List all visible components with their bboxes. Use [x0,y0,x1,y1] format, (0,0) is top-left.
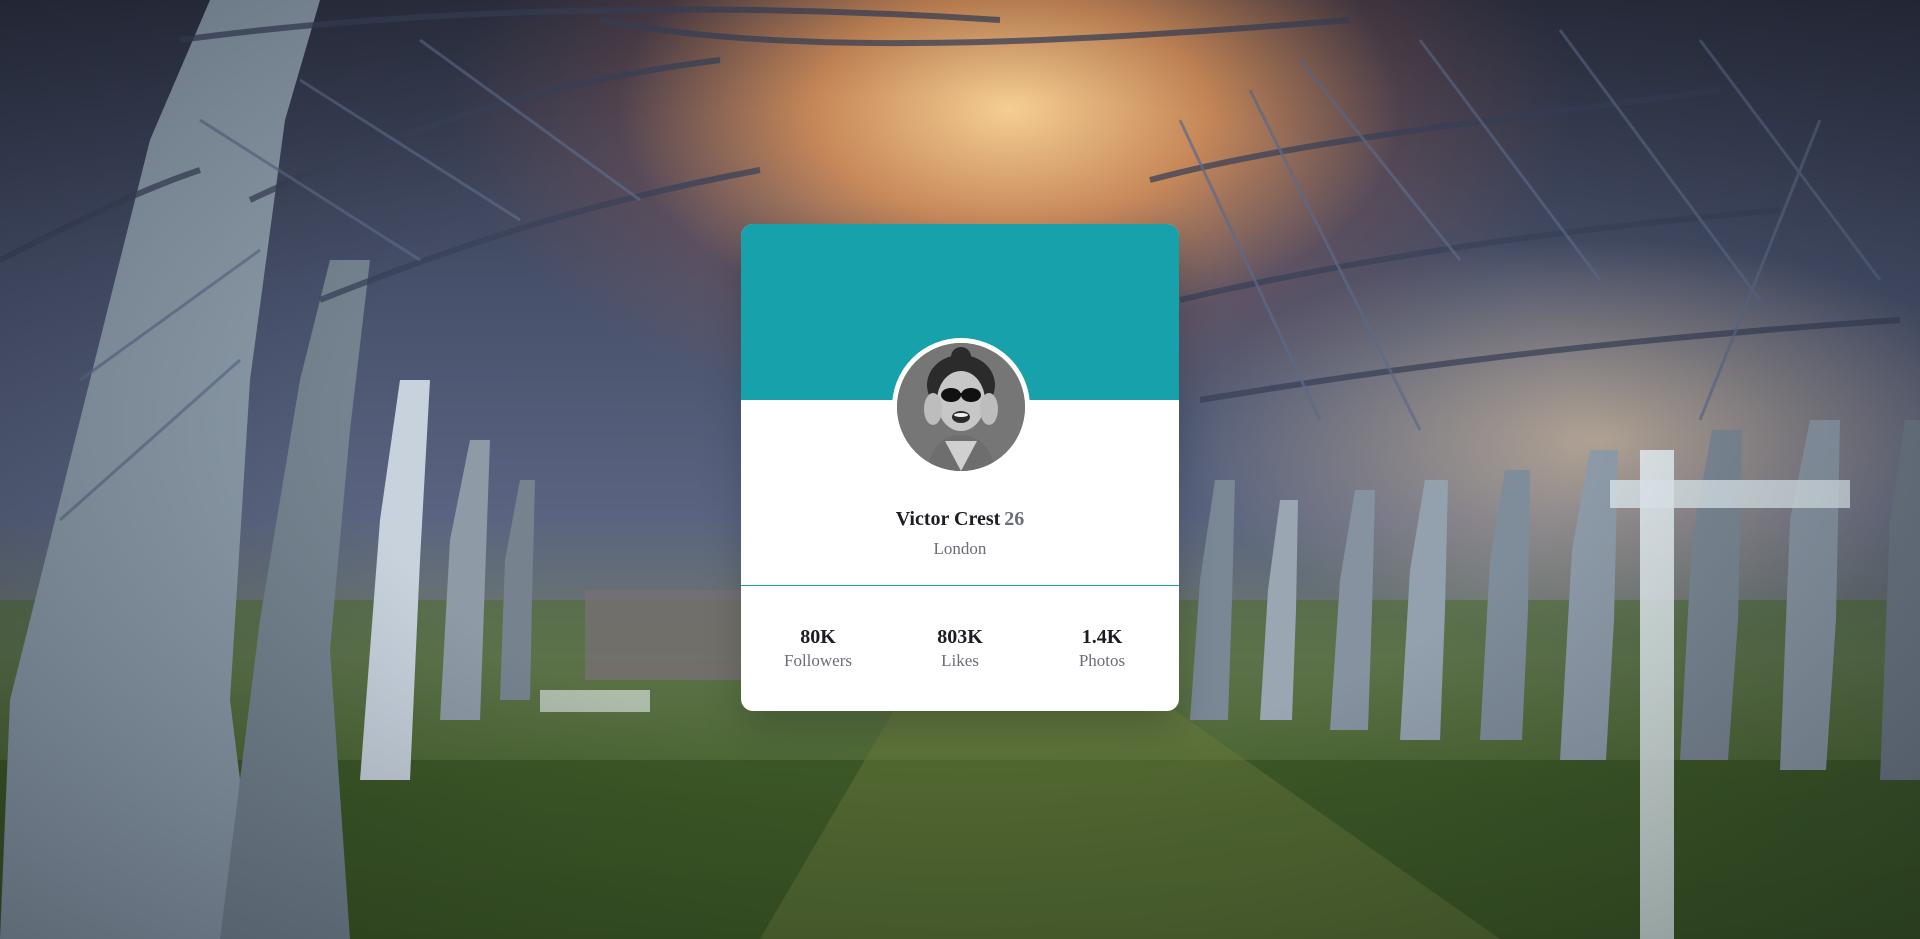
stat-value: 80K [800,626,836,648]
stat-followers: 80K Followers [758,625,878,673]
profile-name: Victor Crest [895,508,1001,530]
profile-age: 26 [1004,508,1025,530]
stat-label: Followers [784,651,852,670]
card-divider [741,585,1179,586]
stat-value: 803K [937,626,983,648]
stat-likes: 803K Likes [900,625,1020,673]
profile-name-line: Victor Crest 26 [741,506,1179,532]
stat-label: Likes [941,651,979,670]
profile-avatar [892,338,1030,476]
stat-photos: 1.4K Photos [1042,625,1162,673]
profile-card: Victor Crest 26 London 80K Followers 803K… [741,224,1179,711]
stat-value: 1.4K [1081,626,1123,648]
profile-stats: 80K Followers 803K Likes 1.4K Photos [741,625,1179,685]
profile-city: London [933,539,987,558]
profile-identity: Victor Crest 26 London [741,506,1179,560]
avatar-photo-icon [897,343,1025,471]
stat-label: Photos [1078,651,1126,670]
